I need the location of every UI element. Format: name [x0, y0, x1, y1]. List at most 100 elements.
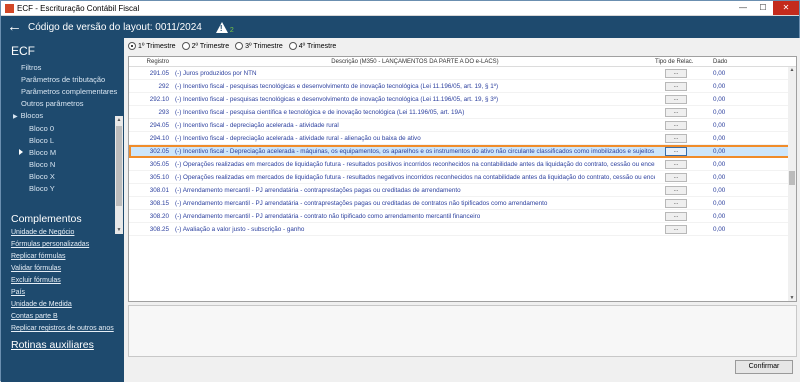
table-row[interactable]: 305.05 (-) Operações realizadas em mercad…	[129, 158, 796, 171]
table-row[interactable]: 292 (-) Incentivo fiscal - pesquisas tecn…	[129, 80, 796, 93]
table-row[interactable]: 291.05 (-) Juros produzidos por NTN... 0,0…	[129, 67, 796, 80]
cell-dado[interactable]: 0,00	[705, 161, 785, 168]
app-window: ECF - Escrituração Contábil Fiscal — ☐ ✕…	[0, 0, 800, 382]
header-descricao[interactable]: Descrição (M350 - LANÇAMENTOS DA PARTE A…	[173, 57, 655, 66]
header-registro[interactable]: Registro	[129, 57, 173, 66]
scroll-up-icon[interactable]: ▲	[788, 67, 796, 73]
link-formulas-personalizadas[interactable]: Fórmulas personalizadas	[1, 239, 124, 251]
scroll-down-icon[interactable]: ▼	[115, 227, 123, 233]
cell-descricao: (-) Incentivo fiscal - depreciação acele…	[175, 134, 421, 142]
sidebar-scrollbar[interactable]: ▲ ▼	[115, 116, 123, 234]
app-icon	[5, 3, 14, 13]
table-header: Registro Descrição (M350 - LANÇAMENTOS D…	[129, 57, 796, 67]
link-replicar-formulas[interactable]: Replicar fórmulas	[1, 251, 124, 263]
sidebar-item-parametros-complementares[interactable]: Parâmetros complementares	[1, 86, 124, 98]
table-row[interactable]: 294.05 (-) Incentivo fiscal - depreciação…	[129, 119, 796, 132]
link-contas-parte-b[interactable]: Contas parte B	[1, 311, 124, 323]
window-titlebar: ECF - Escrituração Contábil Fiscal — ☐ ✕	[1, 1, 799, 16]
link-replicar-registros[interactable]: Replicar registros de outros anos	[1, 323, 124, 335]
relation-picker-button[interactable]: ...	[665, 94, 687, 104]
radio-q2[interactable]: 2º Trimestre	[181, 42, 230, 50]
cell-dado[interactable]: 0,00	[705, 122, 785, 129]
cell-dado[interactable]: 0,00	[705, 226, 785, 233]
sidebar-item-bloco-l[interactable]: Bloco L	[1, 135, 124, 147]
scroll-down-icon[interactable]: ▼	[788, 295, 796, 301]
cell-dado[interactable]: 0,00	[705, 200, 785, 207]
layout-version-title: Código de versão do layout: 0011/2024	[28, 21, 202, 33]
cell-dado[interactable]: 0,00	[705, 148, 785, 155]
cell-registro: 308.25	[149, 225, 169, 233]
maximize-icon[interactable]: ☐	[753, 1, 773, 15]
sidebar-scroll-thumb[interactable]	[116, 126, 122, 206]
relation-picker-button[interactable]: ...	[665, 107, 687, 117]
minimize-icon[interactable]: —	[733, 1, 753, 15]
table-row[interactable]: 305.10 (-) Operações realizadas em mercad…	[129, 171, 796, 184]
table-row[interactable]: 308.15 (-) Arrendamento mercantil - PJ ar…	[129, 197, 796, 210]
table-row[interactable]: 294.10 (-) Incentivo fiscal - depreciação…	[129, 132, 796, 145]
cell-descricao: (-) Operações realizadas em mercados de …	[175, 173, 655, 181]
table-scroll-thumb[interactable]	[789, 171, 795, 185]
cell-dado[interactable]: 0,00	[705, 213, 785, 220]
warning-icon[interactable]: !	[215, 21, 228, 33]
table-row[interactable]: 308.20 (-) Arrendamento mercantil - PJ ar…	[129, 210, 796, 223]
table-row[interactable]: 302.05 (-) Incentivo fiscal - Depreciação…	[129, 145, 796, 158]
sidebar-item-bloco-0[interactable]: Bloco 0	[1, 123, 124, 135]
relation-picker-button[interactable]: ...	[665, 68, 687, 78]
link-pais[interactable]: País	[1, 287, 124, 299]
link-excluir-formulas[interactable]: Excluir fórmulas	[1, 275, 124, 287]
cell-dado[interactable]: 0,00	[705, 96, 785, 103]
cell-dado[interactable]: 0,00	[705, 174, 785, 181]
cell-tipo-relac: ...	[655, 94, 705, 104]
link-validar-formulas[interactable]: Validar fórmulas	[1, 263, 124, 275]
table-row[interactable]: 293 (-) Incentivo fiscal - pesquisa cient…	[129, 106, 796, 119]
relation-picker-button[interactable]: ...	[665, 211, 687, 221]
cell-tipo-relac: ...	[655, 146, 705, 156]
header-dado[interactable]: Dado	[705, 57, 785, 66]
sidebar-item-bloco-n[interactable]: Bloco N	[1, 159, 124, 171]
relation-picker-button[interactable]: ...	[665, 133, 687, 143]
table-row[interactable]: 308.25 (-) Avaliação a valor justo - subs…	[129, 223, 796, 236]
sidebar-title: ECF	[11, 44, 35, 58]
cell-dado[interactable]: 0,00	[705, 83, 785, 90]
cell-dado[interactable]: 0,00	[705, 109, 785, 116]
cell-descricao: (-) Incentivo fiscal - pesquisa científi…	[175, 108, 465, 116]
radio-unselected-icon	[288, 42, 297, 50]
radio-q1[interactable]: 1º Trimestre	[128, 42, 176, 50]
cell-descricao: (-) Incentivo fiscal - depreciação acele…	[175, 121, 339, 129]
back-arrow-icon[interactable]: ←	[7, 19, 22, 34]
radio-q2-label: 2º Trimestre	[191, 42, 230, 50]
sidebar-item-blocos[interactable]: ▶ Blocos	[1, 110, 124, 123]
sidebar-item-outros-parametros[interactable]: Outros parâmetros	[1, 98, 124, 110]
rotinas-auxiliares-title[interactable]: Rotinas auxiliares	[1, 335, 124, 353]
relation-picker-button[interactable]: ...	[665, 172, 687, 182]
relation-picker-button[interactable]: ...	[665, 198, 687, 208]
relation-picker-button[interactable]: ...	[665, 185, 687, 195]
confirm-button[interactable]: Confirmar	[735, 360, 793, 374]
radio-q3[interactable]: 3º Trimestre	[235, 42, 283, 50]
sidebar-item-bloco-y[interactable]: Bloco Y	[1, 183, 124, 195]
cell-dado[interactable]: 0,00	[705, 135, 785, 142]
link-unidade-negocio[interactable]: Unidade de Negócio	[1, 227, 124, 239]
relation-picker-button[interactable]: ...	[665, 146, 687, 156]
relation-picker-button[interactable]: ...	[665, 159, 687, 169]
sidebar-item-parametros-tributacao[interactable]: Parâmetros de tributação	[1, 74, 124, 86]
radio-q4[interactable]: 4º Trimestre	[288, 42, 336, 50]
cell-registro: 292.10	[149, 95, 169, 103]
cell-tipo-relac: ...	[655, 224, 705, 234]
sidebar-item-filtros[interactable]: Filtros	[1, 62, 124, 74]
header-tipo-relac[interactable]: Tipo de Relac.	[655, 57, 705, 66]
table-row[interactable]: 308.01 (-) Arrendamento mercantil - PJ ar…	[129, 184, 796, 197]
link-unidade-medida[interactable]: Unidade de Medida	[1, 299, 124, 311]
table-scrollbar[interactable]: ▲ ▼	[788, 67, 796, 301]
close-icon[interactable]: ✕	[773, 1, 799, 15]
cell-dado[interactable]: 0,00	[705, 187, 785, 194]
relation-picker-button[interactable]: ...	[665, 81, 687, 91]
relation-picker-button[interactable]: ...	[665, 224, 687, 234]
sidebar-item-bloco-m[interactable]: Bloco M	[1, 147, 124, 159]
cell-registro: 308.20	[149, 212, 169, 220]
scroll-up-icon[interactable]: ▲	[115, 117, 123, 123]
sidebar-item-bloco-x[interactable]: Bloco X	[1, 171, 124, 183]
cell-dado[interactable]: 0,00	[705, 70, 785, 77]
relation-picker-button[interactable]: ...	[665, 120, 687, 130]
table-row[interactable]: 292.10 (-) Incentivo fiscal - pesquisas t…	[129, 93, 796, 106]
